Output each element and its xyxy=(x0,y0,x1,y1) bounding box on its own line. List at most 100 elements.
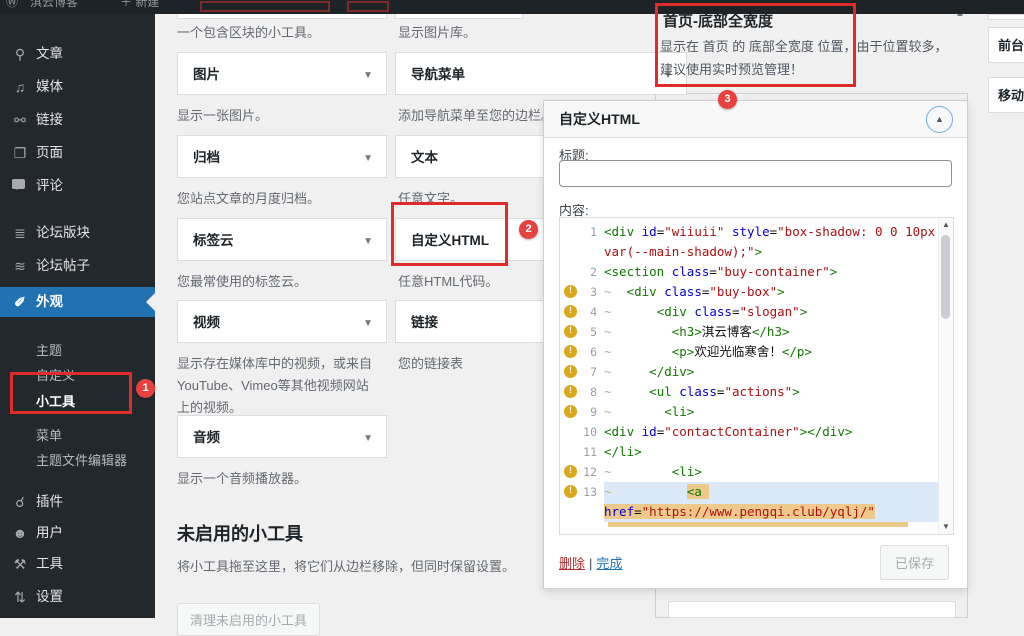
widget-card-视频[interactable]: 视频 ▼ xyxy=(177,300,387,343)
sidebar-area-front[interactable]: 前台 xyxy=(988,27,1024,63)
sidebar-subitem-自定义[interactable]: 自定义 xyxy=(0,363,155,389)
sidebar-item-链接[interactable]: ⚯链接 xyxy=(0,105,155,135)
code-token: <h3> xyxy=(672,324,702,339)
code-token: "box-shadow: 0 0 10px xyxy=(777,224,935,239)
code-line-11[interactable]: 11</li> xyxy=(560,442,939,462)
sidebar-item-文章[interactable]: ⚲文章 xyxy=(0,39,155,69)
code-line-2[interactable]: 2<section class="buy-container"> xyxy=(560,262,939,282)
widget-desc: 显示一个音频播放器。 xyxy=(177,468,407,490)
chevron-down-icon[interactable]: ▼ xyxy=(363,318,373,329)
sidebar-subitem-主题文件编辑器[interactable]: 主题文件编辑器 xyxy=(0,448,155,474)
widget-desc: 您最常使用的标签云。 xyxy=(177,271,407,293)
delete-widget-link[interactable]: 删除 xyxy=(559,556,585,571)
chevron-down-icon[interactable]: ▼ xyxy=(363,153,373,164)
code-line-5[interactable]: 5!~ <h3>淇云博客</h3> xyxy=(560,322,939,342)
sidebar-subitem-菜单[interactable]: 菜单 xyxy=(0,423,155,449)
pages-icon: ❐ xyxy=(11,138,29,168)
widget-card-label: 链接 xyxy=(411,301,438,344)
editor-scrollbar[interactable]: ▲ ▼ xyxy=(938,218,953,534)
sidebar-item-label: 页面 xyxy=(36,138,63,168)
code-token: <section xyxy=(604,264,672,279)
code-line-9[interactable]: 9!~ <li> xyxy=(560,402,939,422)
code-token: 淇云博客 xyxy=(702,324,752,339)
annotation-fragment xyxy=(347,1,389,12)
code-text: <section class="buy-container"> xyxy=(604,262,939,282)
sidebar-item-论坛帖子[interactable]: ≋论坛帖子 xyxy=(0,251,155,281)
lint-warning-icon: ! xyxy=(564,285,577,298)
scrollbar-thumb[interactable] xyxy=(941,235,950,319)
code-line-4[interactable]: 4!~ <div class="slogan"> xyxy=(560,302,939,322)
sidebar-item-插件[interactable]: ☌插件 xyxy=(0,487,155,517)
widget-card-标签云[interactable]: 标签云▼ xyxy=(177,218,387,261)
new-content-link[interactable]: ＋ 新建 xyxy=(120,0,159,10)
chevron-down-icon[interactable]: ▼ xyxy=(363,236,373,247)
widget-card-图片[interactable]: 图片▼ xyxy=(177,52,387,95)
widget-title-input[interactable] xyxy=(559,160,952,187)
code-token: "actions" xyxy=(724,384,792,399)
sidebar-item-论坛版块[interactable]: ≣论坛版块 xyxy=(0,218,155,248)
code-token: = xyxy=(634,504,642,519)
collapsed-widget-bar[interactable] xyxy=(668,601,956,618)
widget-card-label: 视频 xyxy=(193,301,220,344)
code-line-13[interactable]: href="https://www.pengqi.club/yqlj/" xyxy=(560,502,939,522)
collapse-button[interactable]: ▲ xyxy=(926,106,953,133)
code-token: = xyxy=(732,304,740,319)
clear-inactive-widgets-button[interactable]: 清理未启用的小工具 xyxy=(177,603,320,636)
code-line-8[interactable]: 8!~ <ul class="actions"> xyxy=(560,382,939,402)
code-token: <li> xyxy=(664,404,694,419)
line-number: 5! xyxy=(560,322,604,342)
widget-card-音频[interactable]: 音频 ▼ xyxy=(177,415,387,458)
wordpress-logo-icon[interactable]: Ⓦ xyxy=(6,0,18,10)
code-token: "contactContainer" xyxy=(664,424,799,439)
code-line-1[interactable]: 1<div id="wiiuii" style="box-shadow: 0 0… xyxy=(560,222,939,242)
code-token: id xyxy=(642,224,657,239)
sidebar-item-外观[interactable]: ✐外观 xyxy=(0,287,155,317)
sidebar-subitem-小工具[interactable]: 小工具 xyxy=(0,389,155,415)
chevron-down-icon[interactable]: ▼ xyxy=(363,433,373,444)
code-line-6[interactable]: 6!~ <p>欢迎光临寒舍！</p> xyxy=(560,342,939,362)
code-line-13[interactable]: 13!~ <a xyxy=(560,482,939,502)
sidebar-area-mobile[interactable]: 移动 xyxy=(988,77,1024,113)
widget-card-导航菜单[interactable]: 导航菜单▼ xyxy=(395,52,687,95)
widget-card-归档[interactable]: 归档▼ xyxy=(177,135,387,178)
dialog-header[interactable]: 自定义HTML ▲ xyxy=(544,101,967,138)
saved-button[interactable]: 已保存 xyxy=(880,545,949,580)
code-token: <p> xyxy=(672,344,695,359)
code-token: class xyxy=(694,304,732,319)
line-number: 9! xyxy=(560,402,604,422)
sidebar-area-desc-line1: 显示在 首页 的 底部全宽度 位置，由于位置较多， xyxy=(660,36,947,55)
code-token xyxy=(724,224,732,239)
code-line-7[interactable]: 7!~ </div> xyxy=(560,362,939,382)
scroll-down-icon[interactable]: ▼ xyxy=(939,520,953,534)
code-editor[interactable]: 1<div id="wiiuii" style="box-shadow: 0 0… xyxy=(559,217,954,535)
widget-card-label: 音频 xyxy=(193,416,220,459)
code-line-10[interactable]: 10<div id="contactContainer"></div> xyxy=(560,422,939,442)
site-name-link[interactable]: 淇云博客 xyxy=(30,0,78,10)
line-number: 6! xyxy=(560,342,604,362)
sidebar-item-评论[interactable]: 评论 xyxy=(0,171,155,201)
sidebar-item-工具[interactable]: ⚒工具 xyxy=(0,549,155,579)
code-token xyxy=(702,484,710,499)
code-text: ~ <div class="slogan"> xyxy=(604,302,939,322)
code-line-3[interactable]: 3!~ <div class="buy-box"> xyxy=(560,282,939,302)
code-token: "buy-box" xyxy=(709,284,777,299)
forum-icon: ≣ xyxy=(11,218,29,248)
code-token: 欢迎光临寒舍！ xyxy=(694,344,782,359)
code-editor-content[interactable]: 1<div id="wiiuii" style="box-shadow: 0 0… xyxy=(560,218,939,534)
code-line-1[interactable]: var(--main-shadow);"> xyxy=(560,242,939,262)
done-link[interactable]: 完成 xyxy=(596,556,622,571)
sidebar-item-媒体[interactable]: ♫媒体 xyxy=(0,72,155,102)
topics-icon: ≋ xyxy=(11,251,29,281)
sidebar-item-用户[interactable]: ☻用户 xyxy=(0,518,155,548)
code-token: class xyxy=(664,284,702,299)
sidebar-item-页面[interactable]: ❐页面 xyxy=(0,138,155,168)
chevron-down-icon[interactable]: ▼ xyxy=(363,70,373,81)
code-token: <ul xyxy=(649,384,679,399)
lint-warning-icon: ! xyxy=(564,325,577,338)
code-token: ~ xyxy=(604,404,612,419)
sidebar-subitem-主题[interactable]: 主题 xyxy=(0,338,155,364)
code-text: var(--main-shadow);"> xyxy=(604,242,939,262)
code-line-12[interactable]: 12!~ <li> xyxy=(560,462,939,482)
scroll-up-icon[interactable]: ▲ xyxy=(939,218,953,232)
sidebar-item-设置[interactable]: ⇅设置 xyxy=(0,582,155,612)
